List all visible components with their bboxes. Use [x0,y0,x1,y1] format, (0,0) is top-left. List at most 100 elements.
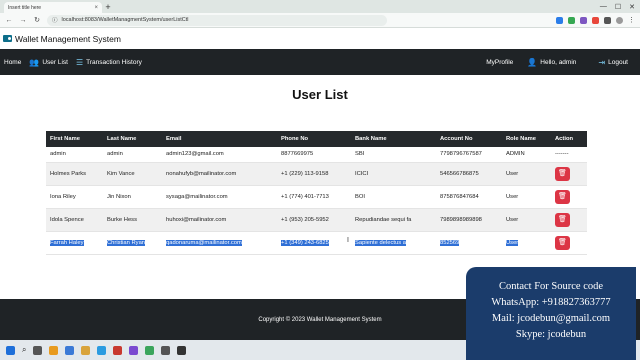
back-icon[interactable]: ← [5,17,13,24]
address-bar: ← → ↻ ⓘ localhost:8083/WalletManagmentSy… [0,13,640,28]
extension-icon[interactable] [556,16,563,24]
brand-title[interactable]: Wallet Management System [15,34,121,44]
app-icon[interactable] [129,345,139,355]
tab-title: Insert title here [8,4,42,11]
nav-transaction-history[interactable]: ☰ Transaction History [76,58,142,67]
cell-role: ADMIN [502,147,551,163]
overlay-line: Mail: jcodebun@gmail.com [491,313,611,324]
selected-text: +1 (349) 243-6825 [281,239,329,246]
cell-role: User [502,231,551,255]
url-text: localhost:8083/WalletManagmentSystem/use… [61,17,189,23]
cell-action: 🗑 [551,185,587,209]
folder-icon[interactable] [81,345,91,355]
cell-bank: SBI [351,147,436,163]
overlay-line: Skype: jcodebun [515,329,587,340]
brand-header: Wallet Management System [0,28,640,49]
table-row: admin admin admin123@gmail.com 887766997… [46,147,587,163]
logout-icon: ⇥ [598,57,606,67]
cell-account: 546566786875 [436,162,502,186]
cell-action-none: ------- [551,147,587,163]
extension-icons: ⋮ [556,16,635,24]
cell-account: 7989898989898 [436,208,502,232]
app-icon[interactable] [113,345,123,355]
extension-icon[interactable] [568,16,575,24]
cell-last-name: Jin Nixon [103,185,162,209]
table-header-row: First Name Last Name Email Phone No Bank… [46,131,587,147]
search-icon[interactable]: ⌕ [22,345,26,355]
wallet-icon [3,35,12,42]
new-tab-button[interactable]: + [102,2,114,13]
selected-text: Sapiente delectus a [355,239,406,246]
cell-phone: +1 (774) 401-7713 [277,185,351,209]
selected-text: 852569 [440,239,460,246]
col-account: Account No [436,131,502,147]
edge-icon[interactable] [97,345,107,355]
app-icon[interactable] [161,345,171,355]
cell-account: 7798796767587 [436,147,502,163]
cell-role: User [502,162,551,186]
url-field[interactable]: ⓘ localhost:8083/WalletManagmentSystem/u… [47,14,387,26]
tab-close-icon[interactable]: × [94,5,98,11]
col-bank: Bank Name [351,131,436,147]
profile-icon[interactable] [616,16,623,24]
minimize-icon[interactable]: — [600,3,607,10]
start-icon[interactable] [6,345,15,355]
maximize-icon[interactable]: ☐ [615,3,621,11]
extension-icon[interactable] [580,16,587,24]
navbar: Home 👥 User List ☰ Transaction History M… [0,49,640,75]
selected-text: Farrah Haley [50,239,84,246]
cell-first-name: Holmes Parks [46,162,103,186]
app-icon[interactable] [177,345,187,355]
chrome-icon[interactable] [145,345,155,355]
delete-icon[interactable]: 🗑 [555,235,570,250]
page-title: User List [292,87,348,102]
col-first-name: First Name [46,131,103,147]
cell-bank: BOI [351,185,436,209]
nav-user-greeting[interactable]: 👤 Hello, admin [527,58,576,67]
info-icon[interactable]: ⓘ [52,16,58,24]
task-view-icon[interactable] [33,345,43,355]
cell-bank: Sapiente delectus a [351,231,436,255]
col-email: Email [162,131,277,147]
selected-text: qadonaruma@mailinator.com [166,239,242,246]
table-row: Holmes Parks Kim Vance nonahufyb@mailina… [46,162,587,186]
nav-user-list[interactable]: 👥 User List [29,58,68,67]
table-row: Iona Riley Jin Nixon sysaga@mailinator.c… [46,185,587,209]
user-table: First Name Last Name Email Phone No Bank… [46,131,587,255]
cell-role: User [502,185,551,209]
menu-icon[interactable]: ⋮ [628,16,635,24]
cell-first-name: Idola Spence [46,208,103,232]
cell-email: sysaga@mailinator.com [162,185,277,209]
cell-email: qadonaruma@mailinator.com [162,231,277,255]
cell-email: nonahufyb@mailinator.com [162,162,277,186]
delete-icon[interactable]: 🗑 [555,166,570,181]
browser-tabbar: Insert title here × + — ☐ ✕ [0,0,640,13]
app-icon[interactable] [65,345,75,355]
overlay-line: WhatsApp: +918827363777 [491,297,611,308]
cell-bank: Repudiandae sequi fa [351,208,436,232]
cell-last-name: Christian Ryan [103,231,162,255]
cell-phone: +1 (953) 205-5952 [277,208,351,232]
cell-phone: +1 (229) 113-9158 [277,162,351,186]
logout-label: Logout [608,58,628,66]
cell-account: 852569 [436,231,502,255]
nav-my-profile[interactable]: MyProfile [486,59,513,66]
cell-action: 🗑 [551,162,587,186]
puzzle-icon[interactable] [604,16,611,24]
app-icon[interactable] [49,345,59,355]
close-window-icon[interactable]: ✕ [629,3,635,11]
delete-icon[interactable]: 🗑 [555,212,570,227]
users-icon: 👥 [29,57,40,67]
cell-email: huhoxi@mailinator.com [162,208,277,232]
reload-icon[interactable]: ↻ [33,16,41,24]
cell-last-name: Kim Vance [103,162,162,186]
nav-logout[interactable]: ⇥ Logout [598,58,628,67]
col-phone: Phone No [277,131,351,147]
col-action: Action [551,131,587,147]
delete-icon[interactable]: 🗑 [555,189,570,204]
extension-icon[interactable] [592,16,599,24]
forward-icon[interactable]: → [19,17,27,24]
nav-home[interactable]: Home [4,59,21,66]
cell-first-name: admin [46,147,103,163]
browser-tab[interactable]: Insert title here × [4,2,102,13]
